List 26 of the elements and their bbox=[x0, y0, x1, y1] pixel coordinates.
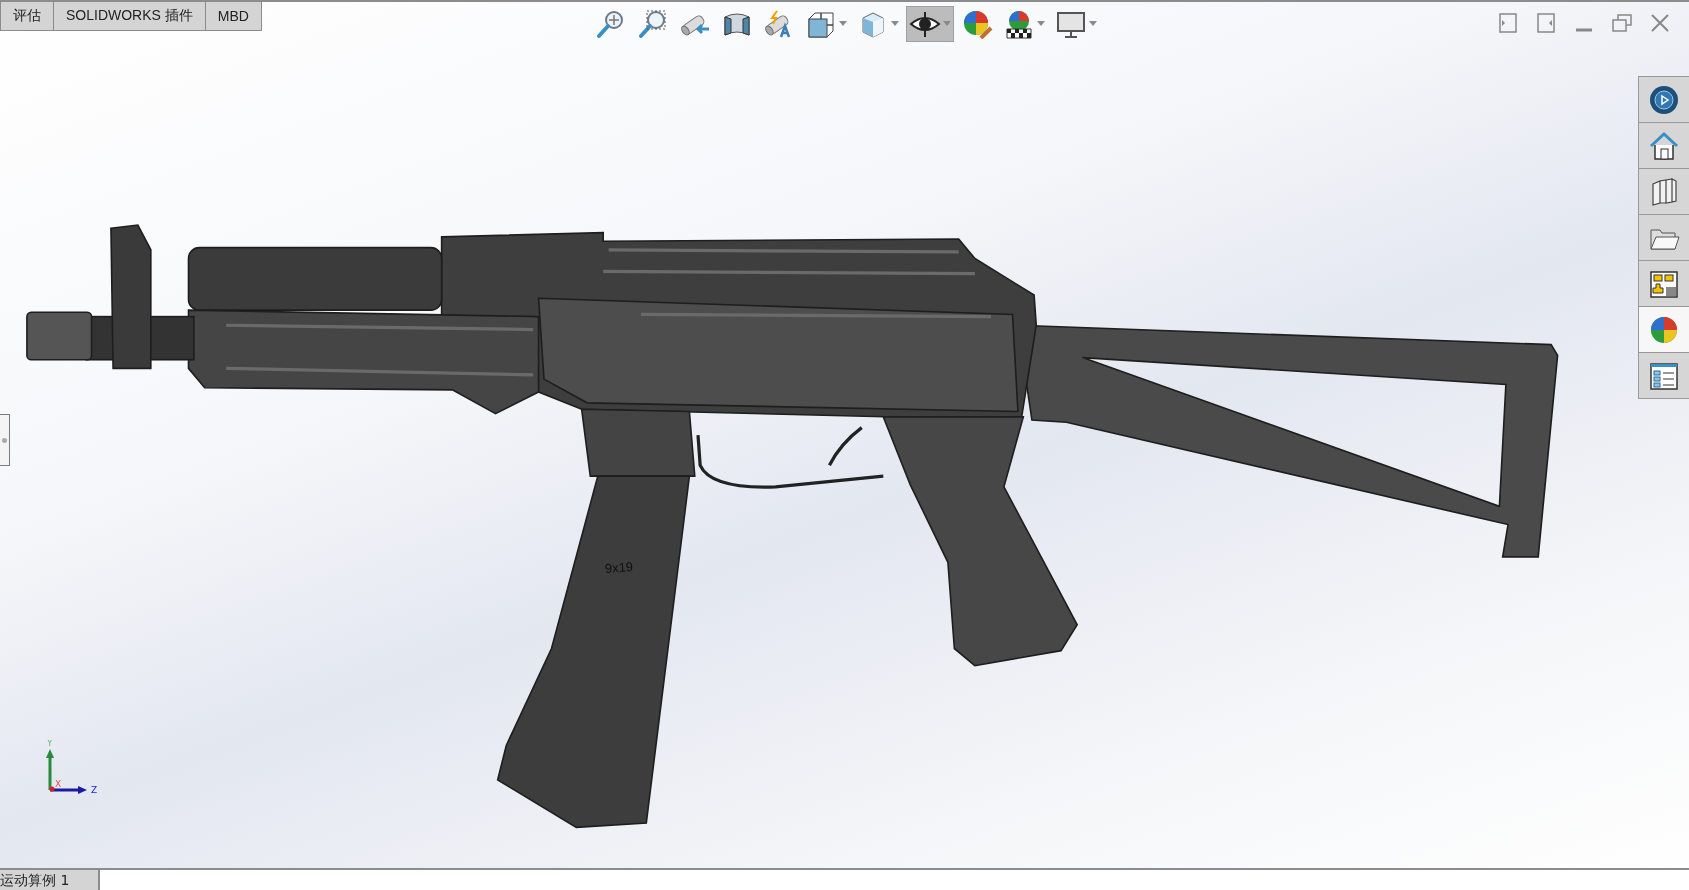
eye-button[interactable] bbox=[905, 6, 954, 42]
dock-right-icon[interactable] bbox=[1535, 12, 1557, 34]
task-pane-tab[interactable] bbox=[1638, 169, 1689, 215]
close-icon[interactable] bbox=[1649, 12, 1671, 34]
task-pane-tab[interactable] bbox=[1638, 307, 1689, 353]
eye-icon bbox=[908, 9, 941, 39]
task-pane-tab[interactable] bbox=[1638, 215, 1689, 261]
task-pane-tab[interactable] bbox=[1638, 261, 1689, 307]
ribbon-tab[interactable]: MBD bbox=[205, 2, 262, 30]
zoom-to-area-icon bbox=[636, 9, 669, 39]
axis-label: Y bbox=[47, 740, 53, 748]
motion-study-tab[interactable]: 运动算例 1 bbox=[0, 870, 100, 890]
monitor-icon bbox=[1054, 9, 1087, 39]
restore-icon[interactable] bbox=[1611, 12, 1633, 34]
task-pane-tab[interactable] bbox=[1638, 353, 1689, 399]
panel-collapse-handle[interactable] bbox=[0, 414, 10, 466]
dot-icon bbox=[2, 437, 7, 443]
axis-triad-icon bbox=[46, 749, 87, 794]
ribbon-tab[interactable]: SOLIDWORKS 插件 bbox=[54, 2, 206, 30]
task-pane-tab[interactable] bbox=[1638, 77, 1689, 123]
home-icon bbox=[1648, 129, 1680, 162]
ribbon-tab[interactable]: 评估 bbox=[1, 2, 54, 30]
task-pane-tab[interactable] bbox=[1638, 123, 1689, 169]
axis-label: X bbox=[55, 779, 62, 789]
axis-label: Z bbox=[91, 785, 98, 795]
dock-left-icon[interactable] bbox=[1497, 12, 1519, 34]
